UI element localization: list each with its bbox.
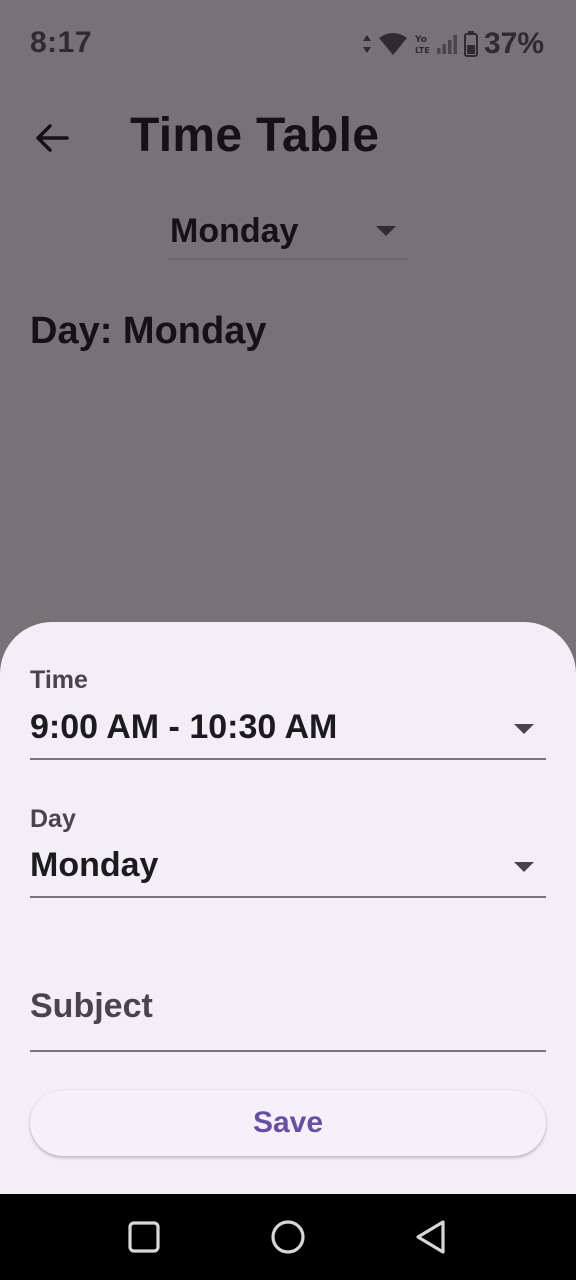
day-heading: Day: Monday <box>30 310 267 352</box>
day-field-label: Day <box>30 805 76 833</box>
time-dropdown-value: 9:00 AM - 10:30 AM <box>30 708 338 746</box>
time-field-label: Time <box>30 666 88 694</box>
wifi-icon <box>378 33 407 55</box>
day-dropdown-value: Monday <box>170 212 299 250</box>
svg-text:LTE: LTE <box>415 46 430 55</box>
chevron-down-icon <box>514 862 534 872</box>
system-back-button[interactable] <box>406 1212 456 1262</box>
arrow-left-icon <box>36 124 69 152</box>
back-button[interactable] <box>24 110 80 166</box>
home-circle-icon <box>271 1220 305 1254</box>
subject-input[interactable] <box>30 962 546 1052</box>
save-button[interactable]: Save <box>30 1090 546 1156</box>
battery-percent: 37% <box>483 27 544 60</box>
time-dropdown[interactable]: 9:00 AM - 10:30 AM <box>30 702 546 760</box>
status-bar: 8:17 Yo LTE 37% <box>0 0 576 88</box>
chevron-down-icon <box>514 724 534 734</box>
data-arrows-icon <box>362 35 371 53</box>
system-nav-bar <box>0 1194 576 1280</box>
battery-icon <box>463 31 478 57</box>
svg-text:Yo: Yo <box>414 35 427 45</box>
signal-icon <box>436 35 457 54</box>
home-button[interactable] <box>263 1212 313 1262</box>
volte-icon: Yo LTE <box>414 35 430 55</box>
day-field-dropdown[interactable]: Monday <box>30 840 546 898</box>
status-time: 8:17 <box>30 26 93 59</box>
back-triangle-icon <box>416 1220 445 1254</box>
recents-button[interactable] <box>119 1212 169 1262</box>
day-dropdown[interactable]: Monday <box>168 204 408 260</box>
day-field-value: Monday <box>30 846 159 884</box>
page-title: Time Table <box>130 109 380 162</box>
status-icons: Yo LTE 37% <box>362 26 544 62</box>
add-entry-sheet: Time 9:00 AM - 10:30 AM Day Monday Save <box>0 622 576 1194</box>
recents-square-icon <box>128 1221 160 1253</box>
chevron-down-icon <box>376 226 396 236</box>
